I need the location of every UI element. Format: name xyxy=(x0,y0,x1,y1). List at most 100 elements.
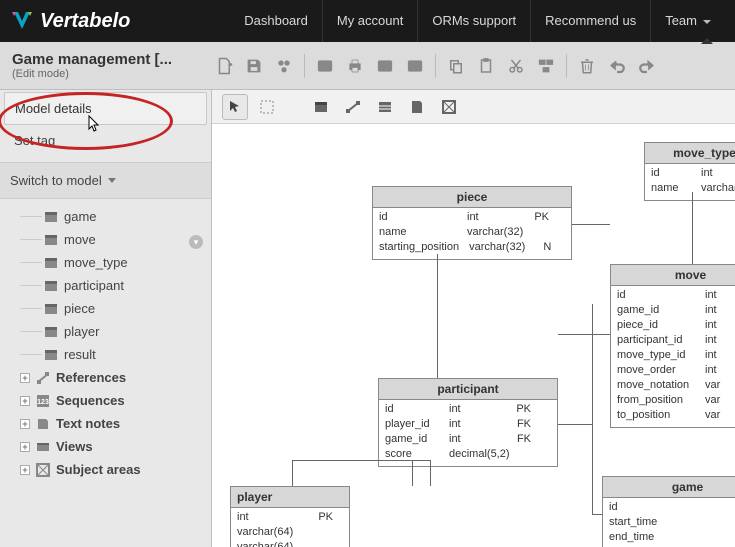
switch-label: Switch to model xyxy=(10,173,102,188)
export-png-button[interactable]: PNG xyxy=(313,54,337,78)
entity-game[interactable]: game id start_time end_time max_number_o… xyxy=(602,476,735,547)
nav-dashboard[interactable]: Dashboard xyxy=(230,0,322,42)
canvas-wrap: piece idintPK namevarchar(32) starting_p… xyxy=(212,90,735,547)
reference-icon xyxy=(36,371,50,385)
tree-group-text-notes[interactable]: +Text notes xyxy=(20,412,207,435)
add-area-tool[interactable] xyxy=(436,94,462,120)
entity-participant[interactable]: participant idintPK player_idintFK game_… xyxy=(378,378,558,467)
table-icon xyxy=(44,302,58,316)
cut-button[interactable] xyxy=(504,54,528,78)
tree-group-subject-areas[interactable]: +Subject areas xyxy=(20,458,207,481)
relationship-line xyxy=(430,460,431,486)
topnav-items: Dashboard My account ORMs support Recomm… xyxy=(230,0,725,42)
table-icon xyxy=(44,233,58,247)
toolbar-separator xyxy=(304,54,305,78)
pointer-tool[interactable] xyxy=(222,94,248,120)
relationship-line xyxy=(572,224,610,225)
add-note-tool[interactable] xyxy=(404,94,430,120)
svg-text:PNG: PNG xyxy=(319,65,330,71)
paste-button[interactable] xyxy=(474,54,498,78)
entity-body: idintPK namevarchar(32) starting_positio… xyxy=(373,208,571,259)
export-xml-button[interactable]: XML xyxy=(403,54,427,78)
nav-orms-support[interactable]: ORMs support xyxy=(417,0,530,42)
add-view-tool[interactable] xyxy=(372,94,398,120)
relationship-line xyxy=(592,514,602,515)
tree-table-game[interactable]: game xyxy=(20,205,207,228)
nav-recommend-us[interactable]: Recommend us xyxy=(530,0,650,42)
export-sql-button[interactable]: SQL xyxy=(373,54,397,78)
relationship-line xyxy=(558,334,610,335)
main-area: Model details Set tag Switch to model ▾ … xyxy=(0,90,735,547)
expand-icon[interactable]: + xyxy=(20,442,30,452)
entity-move[interactable]: move idint game_idint piece_idint partic… xyxy=(610,264,735,428)
table-icon xyxy=(44,348,58,362)
tree-group-references[interactable]: +References xyxy=(20,366,207,389)
tree-table-move[interactable]: move xyxy=(20,228,207,251)
relationship-line xyxy=(292,460,293,486)
switch-to-model-dropdown[interactable]: Switch to model xyxy=(0,162,211,199)
team-dropdown-indicator xyxy=(701,38,713,44)
redo-button[interactable] xyxy=(635,54,659,78)
edit-mode-label: (Edit mode) xyxy=(12,68,206,80)
share-button[interactable] xyxy=(272,54,296,78)
expand-icon[interactable]: + xyxy=(20,419,30,429)
add-reference-tool[interactable] xyxy=(340,94,366,120)
svg-text:SQL: SQL xyxy=(380,65,391,71)
model-tree: game move move_type participant piece pl… xyxy=(0,199,211,487)
model-title: Game management [... xyxy=(12,51,206,68)
collapse-sidebar-button[interactable]: ▾ xyxy=(189,235,203,249)
relationship-line xyxy=(292,460,430,461)
toolbar-strip: Game management [... (Edit mode) PNG SQL… xyxy=(0,42,735,90)
main-toolbar: PNG SQL XML xyxy=(212,54,659,78)
model-title-area: Game management [... (Edit mode) xyxy=(6,51,206,80)
tree-group-sequences[interactable]: +123Sequences xyxy=(20,389,207,412)
entity-move-type[interactable]: move_type idint namevarchar xyxy=(644,142,735,201)
entity-header: player xyxy=(231,487,349,508)
toolbar-separator xyxy=(566,54,567,78)
nav-my-account[interactable]: My account xyxy=(322,0,417,42)
entity-header: participant xyxy=(379,379,557,400)
delete-button[interactable] xyxy=(575,54,599,78)
entity-header: move_type xyxy=(645,143,735,164)
copy-button[interactable] xyxy=(444,54,468,78)
new-document-button[interactable] xyxy=(212,54,236,78)
sidebar: Model details Set tag Switch to model ▾ … xyxy=(0,90,212,547)
undo-button[interactable] xyxy=(605,54,629,78)
vertabelo-logo-icon xyxy=(10,9,34,33)
expand-icon[interactable]: + xyxy=(20,465,30,475)
relationship-line xyxy=(558,424,592,425)
nav-team[interactable]: Team xyxy=(650,0,725,42)
relationship-line xyxy=(412,460,413,486)
note-icon xyxy=(36,417,50,431)
area-icon xyxy=(36,463,50,477)
canvas-toolbar xyxy=(212,90,735,124)
relationship-line xyxy=(592,304,593,514)
tree-table-move-type[interactable]: move_type xyxy=(20,251,207,274)
tree-table-participant[interactable]: participant xyxy=(20,274,207,297)
entity-player[interactable]: player intPK varchar(64) varchar(64) var… xyxy=(230,486,350,547)
view-icon xyxy=(36,440,50,454)
print-button[interactable] xyxy=(343,54,367,78)
tree-table-piece[interactable]: piece xyxy=(20,297,207,320)
context-menu: Model details Set tag xyxy=(4,92,207,156)
set-tag-menuitem[interactable]: Set tag xyxy=(4,125,207,156)
diagram-canvas[interactable]: piece idintPK namevarchar(32) starting_p… xyxy=(212,124,735,547)
model-details-menuitem[interactable]: Model details xyxy=(4,92,207,125)
entity-piece[interactable]: piece idintPK namevarchar(32) starting_p… xyxy=(372,186,572,260)
entity-header: piece xyxy=(373,187,571,208)
tree-table-result[interactable]: result xyxy=(20,343,207,366)
table-icon xyxy=(44,279,58,293)
expand-icon[interactable]: + xyxy=(20,373,30,383)
marquee-tool[interactable] xyxy=(254,94,280,120)
autoformat-button[interactable] xyxy=(534,54,558,78)
expand-icon[interactable]: + xyxy=(20,396,30,406)
tree-group-views[interactable]: +Views xyxy=(20,435,207,458)
svg-text:123: 123 xyxy=(37,399,49,406)
add-table-tool[interactable] xyxy=(308,94,334,120)
table-icon xyxy=(44,256,58,270)
brand-logo[interactable]: Vertabelo xyxy=(10,9,130,33)
save-button[interactable] xyxy=(242,54,266,78)
entity-header: game xyxy=(603,477,735,498)
relationship-line xyxy=(437,254,438,378)
tree-table-player[interactable]: player xyxy=(20,320,207,343)
